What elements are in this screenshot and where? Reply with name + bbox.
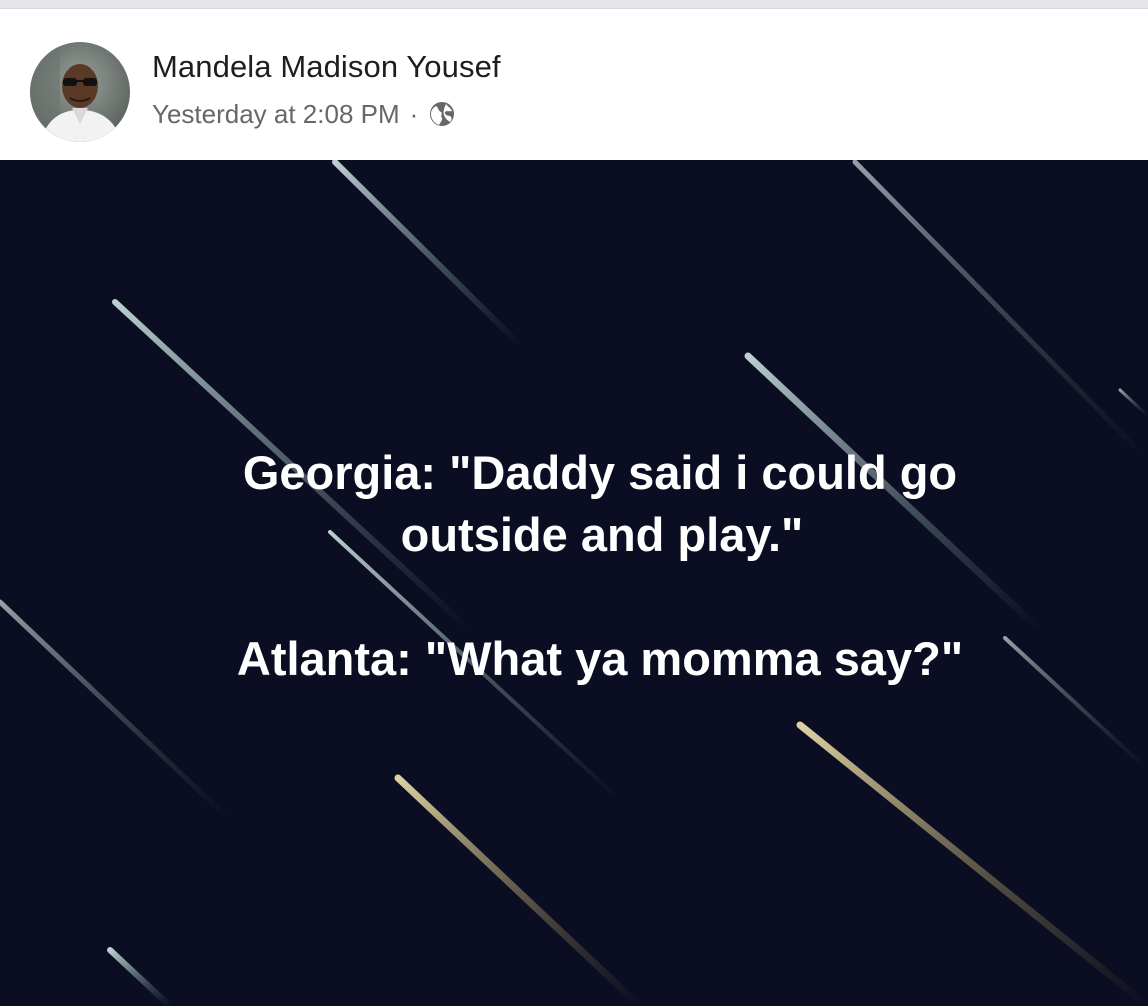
post-image-text: Georgia: "Daddy said i could go outside …: [0, 442, 1148, 690]
author-avatar[interactable]: [30, 42, 130, 142]
profile-photo-icon: [30, 42, 130, 142]
globe-icon[interactable]: [428, 100, 456, 128]
post-image[interactable]: Georgia: "Daddy said i could go outside …: [0, 160, 1148, 1006]
top-divider: [0, 0, 1148, 9]
post-timestamp-link[interactable]: Yesterday at 2:08 PM: [152, 99, 400, 130]
text-spacer: [0, 566, 1148, 628]
author-name-link[interactable]: Mandela Madison Yousef: [152, 49, 501, 85]
text-line-outside: outside and play.": [400, 508, 804, 561]
facebook-post: Mandela Madison Yousef Yesterday at 2:08…: [0, 0, 1148, 1006]
post-meta: Yesterday at 2:08 PM ·: [152, 97, 456, 131]
text-line-georgia: Georgia: "Daddy said i could go: [242, 446, 958, 499]
post-header: Mandela Madison Yousef Yesterday at 2:08…: [0, 9, 1148, 160]
text-line-atlanta: Atlanta: "What ya momma say?": [236, 632, 964, 685]
meta-separator: ·: [409, 98, 419, 129]
